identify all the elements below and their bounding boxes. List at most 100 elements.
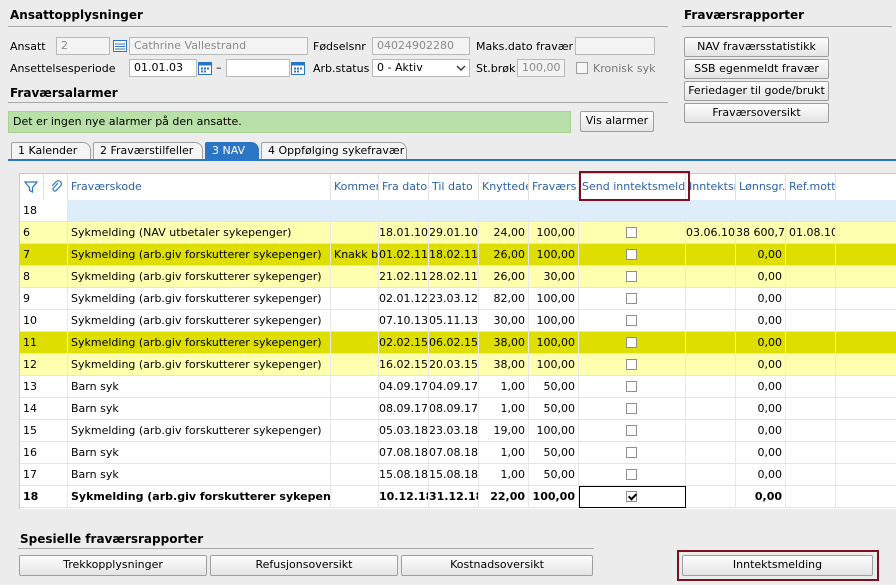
ssb-egenmeldt-fravar-button[interactable]: SSB egenmeldt fravær xyxy=(684,59,829,79)
row-fravar: 100,00 xyxy=(529,486,579,507)
attachment-icon[interactable] xyxy=(44,174,68,200)
send-inntektsmelding-checkbox[interactable] xyxy=(626,271,637,282)
trekkopplysninger-button[interactable]: Trekkopplysninger xyxy=(19,555,207,576)
refusjonsoversikt-button[interactable]: Refusjonsoversikt xyxy=(210,555,398,576)
send-inntektsmelding-checkbox[interactable] xyxy=(626,425,637,436)
filter-icon[interactable] xyxy=(20,174,44,200)
grid-header: Fraværskode Komment Fra dato Til dato Kn… xyxy=(20,174,896,201)
table-row[interactable]: 13 Barn syk 04.09.17 04.09.17 1,00 50,00 0,00 xyxy=(20,376,896,398)
vis-alarmer-button[interactable]: Vis alarmer xyxy=(580,111,654,132)
special-reports-title: Spesielle fraværsrapporter xyxy=(20,532,204,546)
send-inntektsmelding-checkbox[interactable] xyxy=(626,249,637,260)
table-row[interactable]: 17 Barn syk 15.08.18 15.08.18 1,00 50,00 0,00 xyxy=(20,464,896,486)
table-row[interactable]: 8 Sykmelding (arb.giv forskutterer sykepe… xyxy=(20,266,896,288)
send-inntektsmelding-checkbox[interactable] xyxy=(626,315,637,326)
send-inntektsmelding-checkbox[interactable] xyxy=(626,491,637,502)
row-til-dato: 04.09.17 xyxy=(429,376,479,397)
row-komment xyxy=(331,288,379,309)
tab-nav[interactable]: 3 NAV xyxy=(205,142,259,159)
table-row[interactable]: 12 Sykmelding (arb.giv forskutterer sykep… xyxy=(20,354,896,376)
send-inntektsmelding-checkbox[interactable] xyxy=(626,227,637,238)
feriedager-button[interactable]: Feriedager til gode/brukt xyxy=(684,81,829,101)
table-row[interactable]: 9 Sykmelding (arb.giv forskutterer sykepe… xyxy=(20,288,896,310)
calendar-icon[interactable] xyxy=(197,60,213,76)
row-inntektsm xyxy=(686,420,736,441)
row-fravar: 50,00 xyxy=(529,442,579,463)
send-inntektsmelding-checkbox[interactable] xyxy=(626,359,637,370)
send-inntektsmelding-checkbox[interactable] xyxy=(626,337,637,348)
row-inntektsm xyxy=(686,310,736,331)
row-ref-motta: 01.08.10 xyxy=(786,222,836,243)
row-nr: 17 xyxy=(20,464,68,485)
row-ref-motta xyxy=(786,244,836,265)
row-send-inntektsmelding-cell xyxy=(579,398,686,419)
chevron-down-icon xyxy=(456,60,466,76)
send-inntektsmelding-checkbox[interactable] xyxy=(626,381,637,392)
send-inntektsmelding-checkbox[interactable] xyxy=(626,293,637,304)
row-inntektsm xyxy=(686,332,736,353)
arbstatus-label: Arb.status xyxy=(313,62,370,75)
calendar-icon[interactable] xyxy=(290,60,306,76)
table-row[interactable]: 10 Sykmelding (arb.giv forskutterer sykep… xyxy=(20,310,896,332)
inntektsmelding-button[interactable]: Inntektsmelding xyxy=(682,555,873,576)
table-row[interactable]: 7 Sykmelding (arb.giv forskutterer sykepe… xyxy=(20,244,896,266)
send-inntektsmelding-checkbox[interactable] xyxy=(626,403,637,414)
periode-label: Ansettelsesperiode xyxy=(10,62,116,75)
tab-kalender[interactable]: 1 Kalender xyxy=(11,142,91,159)
table-row[interactable]: 15 Sykmelding (arb.giv forskutterer sykep… xyxy=(20,420,896,442)
row-fra-dato: 08.09.17 xyxy=(379,398,429,419)
row-ref-motta xyxy=(786,354,836,375)
col-knyttede[interactable]: Knyttede xyxy=(479,174,529,200)
arbstatus-select[interactable]: 0 - Aktiv xyxy=(372,59,470,77)
reports-section-title: Fraværsrapporter xyxy=(684,8,805,22)
row-knyttede: 30,00 xyxy=(479,310,529,331)
col-til-dato[interactable]: Til dato xyxy=(429,174,479,200)
row-nr: 14 xyxy=(20,398,68,419)
row-komment xyxy=(331,354,379,375)
row-knyttede: 19,00 xyxy=(479,420,529,441)
table-row[interactable]: 6 Sykmelding (NAV utbetaler sykepenger) 18… xyxy=(20,222,896,244)
employee-list-icon[interactable] xyxy=(112,38,128,54)
row-komment xyxy=(331,486,379,507)
row-fravarskode: Barn syk xyxy=(68,376,331,397)
col-komment[interactable]: Komment xyxy=(331,174,379,200)
row-fra-dato: 07.10.13 xyxy=(379,310,429,331)
row-lonnsgrl: 0,00 xyxy=(736,332,786,353)
table-row[interactable]: 14 Barn syk 08.09.17 08.09.17 1,00 50,00 0,00 xyxy=(20,398,896,420)
fravarsoversikt-button[interactable]: Fraværsoversikt xyxy=(684,103,829,123)
periode-to-field[interactable] xyxy=(226,59,290,77)
col-send-inntektsmelding[interactable]: Send inntektsmelding xyxy=(579,174,686,200)
row-fravar: 100,00 xyxy=(529,332,579,353)
table-row[interactable]: 18 Sykmelding (arb.giv forskutterer sykep… xyxy=(20,486,896,508)
col-lonnsgrl[interactable]: Lønnsgr.l xyxy=(736,174,786,200)
kostnadsoversikt-button[interactable]: Kostnadsoversikt xyxy=(401,555,593,576)
row-ref-motta xyxy=(786,486,836,507)
filter-row-input[interactable] xyxy=(68,200,896,221)
row-ref-motta xyxy=(786,464,836,485)
arbstatus-value: 0 - Aktiv xyxy=(377,61,423,74)
nav-fravarsstatistikk-button[interactable]: NAV fraværsstatistikk xyxy=(684,37,829,57)
tab-fravarstilfeller[interactable]: 2 Fraværstilfeller xyxy=(93,142,203,159)
col-fravarskode[interactable]: Fraværskode xyxy=(68,174,331,200)
ansatt-label: Ansatt xyxy=(10,40,46,53)
row-ref-motta xyxy=(786,310,836,331)
filter-row-nr: 18 xyxy=(20,200,68,221)
periode-from-field[interactable]: 01.01.03 xyxy=(129,59,197,77)
kronisk-syk-checkbox[interactable] xyxy=(576,62,588,74)
row-til-dato: 29.01.10 xyxy=(429,222,479,243)
row-fravar: 100,00 xyxy=(529,420,579,441)
row-komment xyxy=(331,442,379,463)
table-row[interactable]: 11 Sykmelding (arb.giv forskutterer sykep… xyxy=(20,332,896,354)
col-fra-dato[interactable]: Fra dato xyxy=(379,174,429,200)
send-inntektsmelding-checkbox[interactable] xyxy=(626,469,637,480)
col-ref-motta[interactable]: Ref.motta xyxy=(786,174,836,200)
row-lonnsgrl: 0,00 xyxy=(736,398,786,419)
col-inntektsm[interactable]: Inntektsm xyxy=(686,174,736,200)
send-inntektsmelding-checkbox[interactable] xyxy=(626,447,637,458)
table-row[interactable]: 16 Barn syk 07.08.18 07.08.18 1,00 50,00 0,00 xyxy=(20,442,896,464)
row-fravar: 100,00 xyxy=(529,288,579,309)
col-fravars[interactable]: Fraværs xyxy=(529,174,579,200)
row-knyttede: 82,00 xyxy=(479,288,529,309)
row-fra-dato: 18.01.10 xyxy=(379,222,429,243)
tab-oppfolging-sykefravar[interactable]: 4 Oppfølging sykefravær xyxy=(261,142,407,159)
